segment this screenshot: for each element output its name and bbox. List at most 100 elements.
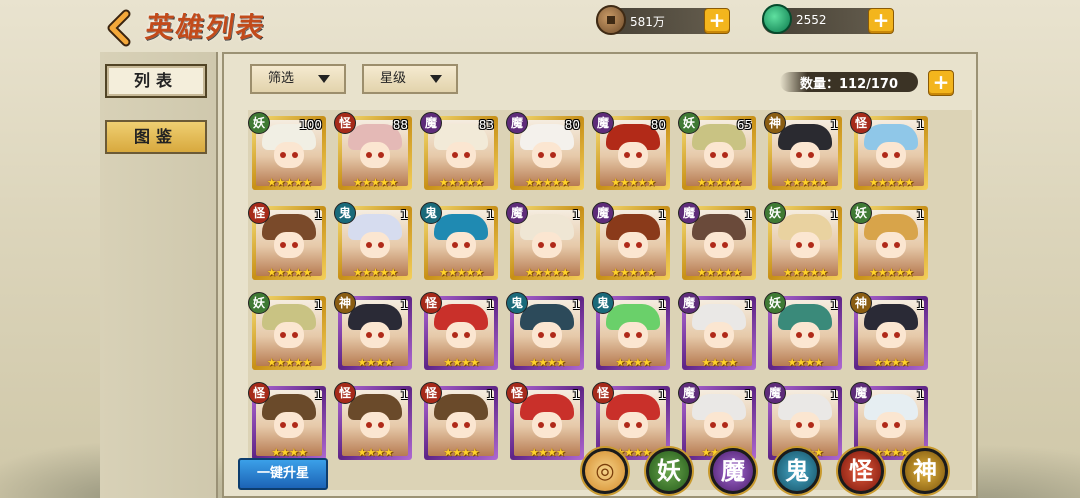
filter-dropdown[interactable]: 筛选 (250, 64, 346, 94)
hero-card[interactable]: 1 ★★★★ 怪 (506, 382, 584, 460)
add-jade-button[interactable]: + (868, 8, 894, 34)
hero-face (618, 232, 648, 258)
faction-badge: 鬼 (506, 292, 528, 314)
add-coins-button[interactable]: + (704, 8, 730, 34)
tab-list[interactable]: 列表 (105, 64, 207, 98)
hero-card[interactable]: 80 ★★★★★ 魔 (592, 112, 670, 190)
hero-face (360, 232, 390, 258)
faction-filter-gui[interactable]: 鬼 (774, 448, 820, 494)
star-dropdown[interactable]: 星级 (362, 64, 458, 94)
hero-face (274, 232, 304, 258)
faction-badge: 神 (334, 292, 356, 314)
hero-face (618, 142, 648, 168)
expand-capacity-button[interactable]: + (928, 70, 954, 96)
hero-card[interactable]: 1 ★★★★★ 妖 (764, 202, 842, 280)
hero-stars: ★★★★ (529, 356, 565, 369)
hero-face (704, 412, 734, 438)
faction-badge: 魔 (678, 292, 700, 314)
hero-card[interactable]: 1★★★★魔 (678, 292, 756, 370)
faction-filter-guai[interactable]: 怪 (838, 448, 884, 494)
hero-card[interactable]: 88 ★★★★★ 怪 (334, 112, 412, 190)
eye (378, 242, 384, 248)
eye (796, 242, 802, 248)
hero-card[interactable]: 1 ★★★★ 神 (850, 292, 928, 370)
hero-level: 1 (314, 298, 322, 312)
star-label: 星级 (380, 71, 407, 86)
eye (464, 422, 470, 428)
hero-card[interactable]: 1★★★★魔 (678, 382, 756, 460)
hero-card[interactable]: 1 ★★★★ 妖 (764, 292, 842, 370)
faction-badge: 怪 (420, 292, 442, 314)
one-click-upgrade-button[interactable]: 一键升星 (238, 458, 328, 490)
eye (882, 152, 888, 158)
eye (538, 242, 544, 248)
faction-badge: 怪 (506, 382, 528, 404)
eye (538, 422, 544, 428)
hero-face (360, 322, 390, 348)
hero-card[interactable]: 100 ★★★★★ 妖 (248, 112, 326, 190)
hero-stars: ★★★★★ (266, 266, 312, 279)
hero-face (704, 142, 734, 168)
eye (894, 242, 900, 248)
hero-stars: ★★★★★ (696, 176, 742, 189)
faction-filter-shen[interactable]: 神 (902, 448, 948, 494)
hero-card[interactable]: 1 ★★★★ 怪 (420, 382, 498, 460)
hero-card[interactable]: 1 ★★★★ 鬼 (592, 292, 670, 370)
hero-card[interactable]: 65 ★★★★★ 妖 (678, 112, 756, 190)
hero-stars: ★★★★★ (352, 176, 398, 189)
faction-badge: 妖 (764, 202, 786, 224)
hero-card[interactable]: 80 ★★★★★ 魔 (506, 112, 584, 190)
hero-card[interactable]: 1 ★★★★★ 鬼 (420, 202, 498, 280)
eye (636, 242, 642, 248)
coin-value: 581万 (630, 15, 665, 29)
eye (550, 242, 556, 248)
hero-stars: ★★★★★ (782, 176, 828, 189)
faction-badge: 妖 (764, 292, 786, 314)
back-button[interactable] (100, 8, 140, 48)
eye (722, 242, 728, 248)
eye (538, 332, 544, 338)
hero-card[interactable]: 1 ★★★★ 怪 (420, 292, 498, 370)
eye (796, 422, 802, 428)
hero-card[interactable]: 1 ★★★★★ 鬼 (334, 202, 412, 280)
tab-codex[interactable]: 图鉴 (105, 120, 207, 154)
hero-card[interactable]: 1 ★★★★ 鬼 (506, 292, 584, 370)
eye (452, 422, 458, 428)
eye (894, 332, 900, 338)
hero-face (274, 142, 304, 168)
faction-badge: 怪 (248, 382, 270, 404)
eye (882, 332, 888, 338)
hero-card[interactable]: 1 ★★★★★ 妖 (850, 202, 928, 280)
eye (624, 422, 630, 428)
hero-card[interactable]: 83 ★★★★★ 魔 (420, 112, 498, 190)
hero-face (876, 412, 906, 438)
hero-card[interactable]: 1 ★★★★★ 妖 (248, 292, 326, 370)
faction-filter-yao[interactable]: 妖 (646, 448, 692, 494)
hero-card[interactable]: 1 ★★★★★ 怪 (248, 202, 326, 280)
eye (808, 422, 814, 428)
eye (722, 422, 728, 428)
hero-card[interactable]: 1 ★★★★★ 魔 (506, 202, 584, 280)
faction-badge: 魔 (850, 382, 872, 404)
hero-stars: ★★★★★ (352, 266, 398, 279)
page-title: 英雄列表 (143, 11, 269, 44)
hero-card[interactable]: 1 ★★★★★ 怪 (850, 112, 928, 190)
hero-card[interactable]: 1 ★★★★ 怪 (248, 382, 326, 460)
hero-stars: ★★★★★ (610, 266, 656, 279)
hero-level: 80 (650, 118, 666, 132)
faction-filter-mo[interactable]: 魔 (710, 448, 756, 494)
hero-stars: ★★★★ (357, 356, 393, 369)
hero-level: 1 (658, 388, 666, 402)
hero-level: 1 (486, 388, 494, 402)
faction-filter-all[interactable]: ◎ (582, 448, 628, 494)
hero-card[interactable]: 1 ★★★★★ 魔 (592, 202, 670, 280)
dropdown-arrow-icon (318, 75, 330, 83)
hero-card[interactable]: 1 ★★★★ 怪 (334, 382, 412, 460)
hero-card[interactable]: 1 ★★★★★ 魔 (678, 202, 756, 280)
hero-grid: 100 ★★★★★ 妖 88 ★★★★★ 怪 83 ★★★★★ 魔 80 ★★★★★ 魔 80 ★★★★★… (248, 110, 972, 490)
jade-value: 2552 (796, 13, 827, 27)
hero-card[interactable]: 1 ★★★★ 神 (334, 292, 412, 370)
hero-level: 80 (564, 118, 580, 132)
hero-card[interactable]: 1 ★★★★★ 神 (764, 112, 842, 190)
hero-stars: ★★★★ (701, 356, 737, 369)
